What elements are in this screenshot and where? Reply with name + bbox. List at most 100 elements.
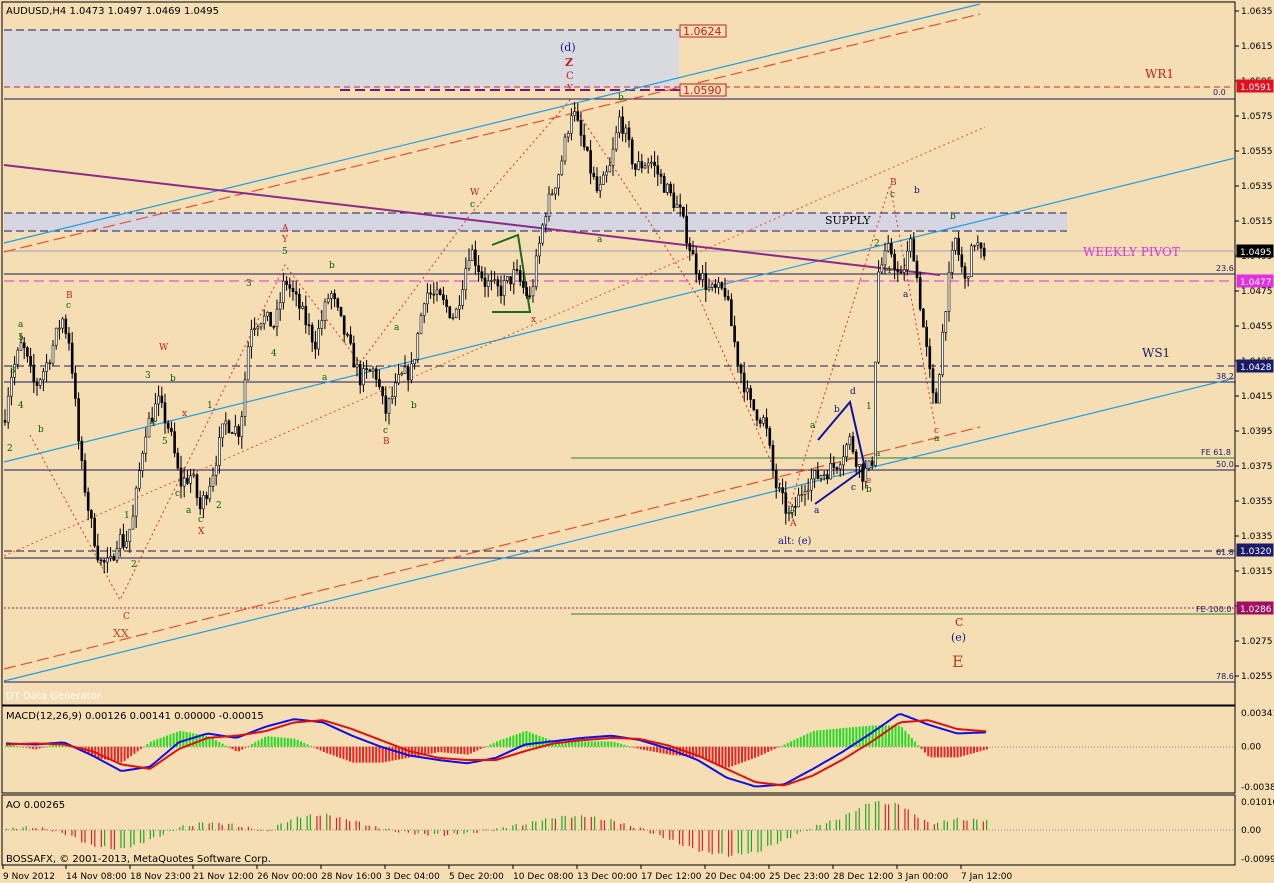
ao-bar (329, 815, 331, 831)
macd-line (5, 713, 987, 788)
candle (806, 478, 810, 500)
fib-label-14: FE-100.0 (1196, 605, 1231, 614)
candle (896, 261, 900, 283)
candle (944, 311, 948, 341)
macd-bar (120, 746, 123, 763)
candle (240, 411, 244, 449)
candle (752, 399, 756, 412)
macd-bar (130, 746, 133, 757)
candle (202, 490, 205, 518)
candle (6, 387, 10, 429)
candle (339, 306, 343, 318)
candle (96, 533, 100, 563)
ao-bar (64, 830, 66, 836)
macd-bar (339, 746, 342, 758)
candle (797, 487, 800, 508)
wave-label-15: x (182, 409, 187, 419)
level-tag-1-0320: 1.0320 (1236, 543, 1274, 557)
ao-bar (358, 821, 360, 831)
candle (256, 324, 260, 337)
macd-bar (610, 741, 613, 747)
candle (259, 322, 263, 331)
macd-bar (273, 736, 276, 747)
wave-e-label: (e) (951, 631, 966, 644)
macd-bar (786, 742, 789, 747)
ao-bar (247, 826, 249, 831)
ao-bar (682, 830, 684, 846)
price-tick-6: 1.0515 (1241, 217, 1273, 227)
macd-bar (747, 746, 750, 761)
fib-label-9: FE 61.8 (1201, 448, 1231, 457)
macd-bar (38, 746, 41, 749)
macd-bar (881, 725, 884, 747)
price-tick-13: 1.0375 (1241, 462, 1273, 472)
candle (733, 315, 736, 348)
candle (86, 487, 90, 521)
ao-bar (61, 830, 63, 834)
ao-bar (427, 830, 429, 836)
copyright-label: BOSSAFX, © 2001-2013, MetaQuotes Softwar… (6, 854, 271, 865)
candle (416, 331, 420, 364)
macd-bar (113, 746, 116, 762)
candle (374, 366, 378, 387)
ao-bar (868, 803, 870, 831)
candle (154, 392, 157, 422)
macd-bar (48, 745, 51, 747)
candle (922, 307, 925, 328)
macd-bar (727, 746, 730, 768)
ao-bar (590, 816, 592, 831)
candle (970, 243, 973, 278)
ao-bar (153, 830, 155, 838)
price-tick-8: 1.0475 (1241, 287, 1273, 297)
candle (470, 244, 474, 261)
candle (35, 377, 39, 396)
ao-bar (923, 819, 926, 831)
candle (710, 282, 714, 292)
ao-bar (192, 826, 194, 831)
candle (29, 347, 32, 373)
macd-bar (368, 746, 371, 763)
macd-bar (910, 738, 913, 747)
ao-bar (6, 828, 8, 831)
candle (803, 484, 807, 506)
macd-bar (796, 738, 799, 747)
ao-bar (760, 830, 762, 852)
ao-bar (643, 828, 645, 831)
macd-bar (424, 746, 427, 755)
macd-bar (221, 743, 224, 747)
ao-bar (610, 819, 612, 831)
ao-bar (848, 812, 850, 831)
ao-bar (953, 819, 955, 831)
ao-bar (81, 830, 83, 843)
ao-bar (257, 830, 259, 831)
macd-bar (512, 735, 515, 747)
candle (336, 297, 340, 311)
candle (893, 249, 896, 280)
ao-bar (698, 830, 700, 852)
price-tick-5: 1.0535 (1241, 182, 1273, 192)
candle (282, 272, 285, 310)
macd-bar (845, 727, 848, 747)
level-tag-text-7: 1.0428 (1240, 363, 1272, 373)
macd-bar (349, 746, 351, 762)
ao-bar (731, 830, 733, 856)
macd-bar (257, 740, 260, 747)
candle (3, 409, 7, 426)
ao-bar (914, 814, 916, 831)
ao-bar (796, 830, 798, 834)
ao-bar (375, 826, 377, 831)
time-tick-15: 7 Jan 12:00 (961, 872, 1013, 882)
macd-bar (306, 744, 309, 747)
time-tick-2: 18 Nov 23:00 (130, 872, 191, 882)
ao-bar (414, 830, 416, 835)
ao-bar (701, 830, 703, 852)
ao-bar (678, 830, 681, 845)
candle (371, 366, 375, 379)
ao-bar (937, 822, 939, 831)
macd-bar (303, 742, 306, 747)
ao-bar (218, 822, 220, 831)
ao-bar (894, 802, 896, 831)
candle (112, 553, 116, 562)
candle (397, 364, 400, 386)
candle (221, 423, 224, 447)
